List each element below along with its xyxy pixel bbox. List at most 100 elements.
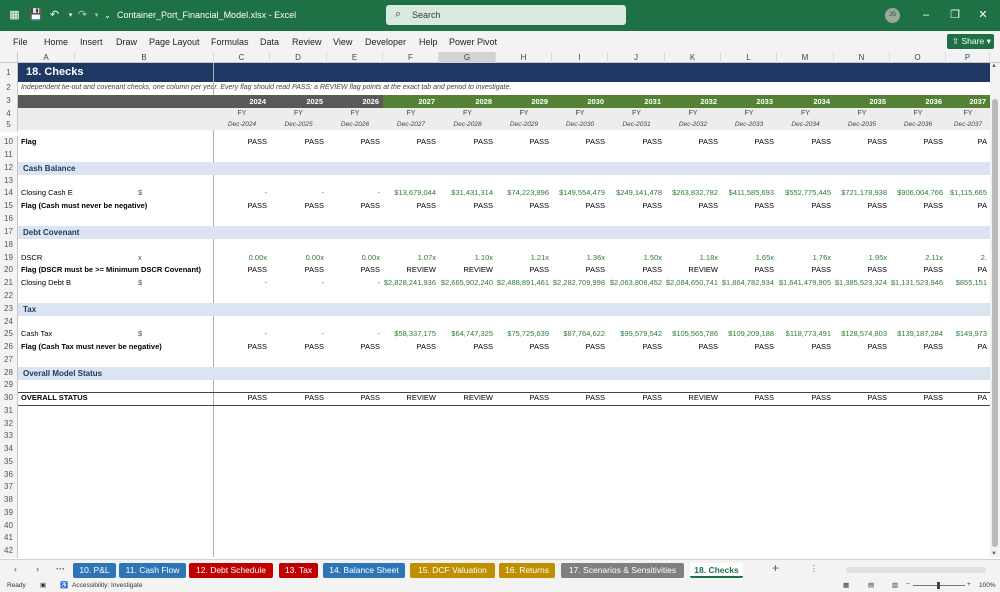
column-header-j[interactable]: J <box>608 52 665 63</box>
tab-scroll-right-icon[interactable]: › <box>36 564 39 574</box>
column-header-c[interactable]: C <box>214 52 270 63</box>
check-dscr-value-2028[interactable]: 1.10x <box>439 252 496 265</box>
row-header-32[interactable]: 32 <box>0 418 18 431</box>
row-header-21[interactable]: 21 <box>0 277 18 290</box>
check-flag-cash-tax-must-never-be-negative-value-2032[interactable]: PASS <box>665 341 721 354</box>
check-cash-tax-value-2030[interactable]: $87,764,622 <box>552 328 608 341</box>
check-flag-dscr-must-be-minimum-dscr-covenant-value-2027[interactable]: REVIEW <box>383 264 439 277</box>
overall-status-value-2025[interactable]: PASS <box>270 392 327 405</box>
check-closing-cash-e-value-2036[interactable]: $906,004,766 <box>890 187 946 200</box>
close-icon[interactable]: ✕ <box>976 8 990 22</box>
zoom-out-icon[interactable]: − <box>906 581 910 588</box>
row-header-25[interactable]: 25 <box>0 328 18 341</box>
menu-draw[interactable]: Draw <box>116 37 137 47</box>
check-closing-cash-e-value-2032[interactable]: $263,832,782 <box>665 187 721 200</box>
macro-record-icon[interactable]: ▣ <box>40 581 46 589</box>
flag-row-value-2033[interactable]: PASS <box>721 136 777 149</box>
flag-row-value-2030[interactable]: PASS <box>552 136 608 149</box>
check-flag-cash-must-never-be-negative-value-2035[interactable]: PASS <box>834 200 890 213</box>
column-header-p[interactable]: P <box>946 52 990 63</box>
flag-row-value-2034[interactable]: PASS <box>777 136 834 149</box>
check-closing-debt-b-value-2025[interactable]: - <box>270 277 327 290</box>
check-flag-cash-tax-must-never-be-negative-value-2024[interactable]: PASS <box>214 341 270 354</box>
check-dscr-value-2024[interactable]: 0.00x <box>214 252 270 265</box>
row-header-16[interactable]: 16 <box>0 213 18 226</box>
check-flag-dscr-must-be-minimum-dscr-covenant-value-2026[interactable]: PASS <box>327 264 383 277</box>
undo-icon[interactable]: ↶ <box>48 9 61 22</box>
tab-10-p-l[interactable]: 10. P&L <box>73 563 116 578</box>
row-header-24[interactable]: 24 <box>0 316 18 329</box>
accessibility-status[interactable]: Accessibility: Investigate <box>72 582 142 589</box>
check-closing-cash-e-value-2024[interactable]: - <box>214 187 270 200</box>
menu-review[interactable]: Review <box>292 37 322 47</box>
scroll-up-icon[interactable]: ▲ <box>991 63 997 69</box>
row-header-42[interactable]: 42 <box>0 545 18 558</box>
zoom-in-icon[interactable]: + <box>967 581 971 588</box>
check-dscr-value-2025[interactable]: 0.00x <box>270 252 327 265</box>
check-closing-cash-e-value-2029[interactable]: $74,223,896 <box>496 187 552 200</box>
flag-row-value-2026[interactable]: PASS <box>327 136 383 149</box>
zoom-slider-thumb[interactable] <box>937 582 940 589</box>
more-tabs-icon[interactable]: ··· <box>56 564 65 574</box>
row-header-39[interactable]: 39 <box>0 507 18 520</box>
check-dscr-value-2027[interactable]: 1.07x <box>383 252 439 265</box>
flag-row-value-2024[interactable]: PASS <box>214 136 270 149</box>
check-flag-cash-tax-must-never-be-negative-value-2030[interactable]: PASS <box>552 341 608 354</box>
check-closing-debt-b-value-2037[interactable]: $855,151 <box>946 277 990 290</box>
check-flag-dscr-must-be-minimum-dscr-covenant-value-2030[interactable]: PASS <box>552 264 608 277</box>
check-closing-debt-b-value-2030[interactable]: $2,282,709,998 <box>552 277 608 290</box>
menu-help[interactable]: Help <box>419 37 438 47</box>
column-header-i[interactable]: I <box>552 52 608 63</box>
page-break-view-icon[interactable]: ▥ <box>892 581 898 589</box>
menu-power-pivot[interactable]: Power Pivot <box>449 37 497 47</box>
tab-15-dcf-valuation[interactable]: 15. DCF Valuation <box>410 563 495 578</box>
vertical-scrollbar[interactable]: ▲ ▼ <box>990 63 1000 557</box>
flag-row-value-2028[interactable]: PASS <box>439 136 496 149</box>
flag-row-value-2036[interactable]: PASS <box>890 136 946 149</box>
column-header-o[interactable]: O <box>890 52 946 63</box>
flag-row-value-2037[interactable]: PA <box>946 136 990 149</box>
check-flag-dscr-must-be-minimum-dscr-covenant-value-2024[interactable]: PASS <box>214 264 270 277</box>
menu-developer[interactable]: Developer <box>365 37 406 47</box>
horizontal-scrollbar[interactable] <box>846 567 986 573</box>
row-header-38[interactable]: 38 <box>0 494 18 507</box>
row-header-1[interactable]: 1 <box>0 63 18 82</box>
check-dscr-value-2031[interactable]: 1.50x <box>608 252 665 265</box>
flag-row-value-2027[interactable]: PASS <box>383 136 439 149</box>
accessibility-icon[interactable]: ♿ <box>60 581 68 589</box>
check-flag-cash-must-never-be-negative-value-2026[interactable]: PASS <box>327 200 383 213</box>
check-flag-cash-must-never-be-negative-value-2034[interactable]: PASS <box>777 200 834 213</box>
row-header-35[interactable]: 35 <box>0 456 18 469</box>
check-closing-cash-e-value-2031[interactable]: $249,141,478 <box>608 187 665 200</box>
check-flag-cash-must-never-be-negative-value-2029[interactable]: PASS <box>496 200 552 213</box>
row-header-2[interactable]: 2 <box>0 82 18 95</box>
row-header-34[interactable]: 34 <box>0 443 18 456</box>
check-cash-tax-value-2034[interactable]: $118,773,491 <box>777 328 834 341</box>
row-header-28[interactable]: 28 <box>0 367 18 380</box>
row-header-10[interactable]: 10 <box>0 136 18 149</box>
check-flag-dscr-must-be-minimum-dscr-covenant-value-2036[interactable]: PASS <box>890 264 946 277</box>
check-closing-cash-e-value-2026[interactable]: - <box>327 187 383 200</box>
check-cash-tax-value-2031[interactable]: $99,579,542 <box>608 328 665 341</box>
check-flag-cash-tax-must-never-be-negative-value-2025[interactable]: PASS <box>270 341 327 354</box>
tab-12-debt-schedule[interactable]: 12. Debt Schedule <box>189 563 273 578</box>
column-header-k[interactable]: K <box>665 52 721 63</box>
avatar[interactable]: JS <box>885 8 900 23</box>
check-flag-dscr-must-be-minimum-dscr-covenant-value-2037[interactable]: PA <box>946 264 990 277</box>
row-header-18[interactable]: 18 <box>0 239 18 252</box>
check-cash-tax-value-2037[interactable]: $149,973 <box>946 328 990 341</box>
page-layout-view-icon[interactable]: ▤ <box>868 581 874 589</box>
row-header-26[interactable]: 26 <box>0 341 18 354</box>
tab-11-cash-flow[interactable]: 11. Cash Flow <box>119 563 186 578</box>
scroll-down-icon[interactable]: ▼ <box>991 551 997 557</box>
check-closing-debt-b-value-2033[interactable]: $1,864,782,934 <box>721 277 777 290</box>
check-flag-cash-tax-must-never-be-negative-value-2033[interactable]: PASS <box>721 341 777 354</box>
check-cash-tax-value-2029[interactable]: $75,725,639 <box>496 328 552 341</box>
check-closing-cash-e-value-2025[interactable]: - <box>270 187 327 200</box>
check-dscr-value-2030[interactable]: 1.36x <box>552 252 608 265</box>
check-flag-cash-must-never-be-negative-value-2027[interactable]: PASS <box>383 200 439 213</box>
flag-row-value-2035[interactable]: PASS <box>834 136 890 149</box>
column-header-g[interactable]: G <box>439 52 496 63</box>
check-flag-dscr-must-be-minimum-dscr-covenant-value-2034[interactable]: PASS <box>777 264 834 277</box>
check-flag-dscr-must-be-minimum-dscr-covenant-value-2033[interactable]: PASS <box>721 264 777 277</box>
